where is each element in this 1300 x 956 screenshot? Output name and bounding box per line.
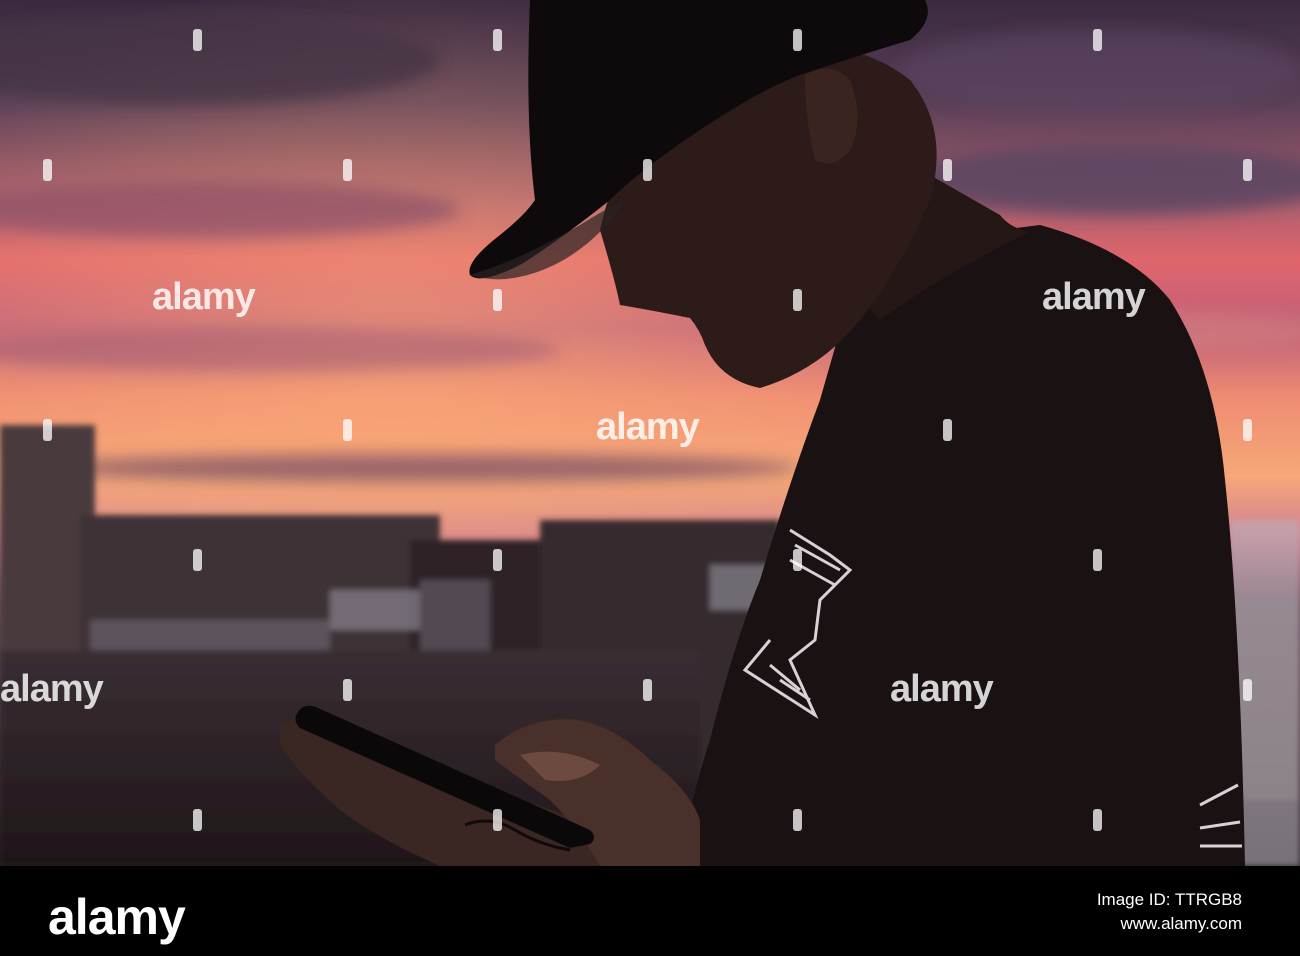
watermark-text: alamy <box>890 668 994 710</box>
watermark-mark <box>343 159 352 181</box>
watermark-mark <box>1243 159 1252 181</box>
image-id: Image ID: TTRGB8 <box>1096 890 1242 909</box>
watermark-mark <box>43 159 52 181</box>
watermark-mark <box>943 159 952 181</box>
watermark-mark <box>793 809 802 831</box>
watermark-mark <box>193 549 202 571</box>
watermark-mark <box>943 419 952 441</box>
watermark-mark <box>343 419 352 441</box>
watermark-mark <box>193 809 202 831</box>
watermark-mark <box>493 289 502 311</box>
watermark-mark <box>793 29 802 51</box>
watermark-mark <box>793 549 802 571</box>
watermark-mark <box>1093 809 1102 831</box>
watermark-mark <box>1243 679 1252 701</box>
watermark-mark <box>1093 29 1102 51</box>
site-url: www.alamy.com <box>1120 914 1242 933</box>
watermark-text: alamy <box>0 668 104 710</box>
watermark-text: alamy <box>1042 276 1146 318</box>
watermark-mark <box>493 809 502 831</box>
watermark-mark <box>493 29 502 51</box>
stock-footer-bar: alamy Image ID: TTRGB8 www.alamy.com <box>0 866 1300 956</box>
watermark-text: alamy <box>152 276 256 318</box>
watermark-mark <box>493 549 502 571</box>
sunset-portrait-photo: alamy alamy alamy alamy alamy <box>0 0 1300 866</box>
watermark-mark <box>193 29 202 51</box>
watermark-mark <box>43 419 52 441</box>
watermark-mark <box>1093 549 1102 571</box>
watermark-mark <box>643 679 652 701</box>
brand-logo: alamy <box>48 889 186 945</box>
watermark-mark <box>793 289 802 311</box>
watermark-text: alamy <box>596 406 700 448</box>
watermark-mark <box>343 679 352 701</box>
watermark-mark <box>643 159 652 181</box>
image-info: Image ID: TTRGB8 www.alamy.com <box>1097 888 1242 936</box>
stock-photo-frame: alamy alamy alamy alamy alamy alamy Imag… <box>0 0 1300 956</box>
watermark-mark <box>1243 419 1252 441</box>
